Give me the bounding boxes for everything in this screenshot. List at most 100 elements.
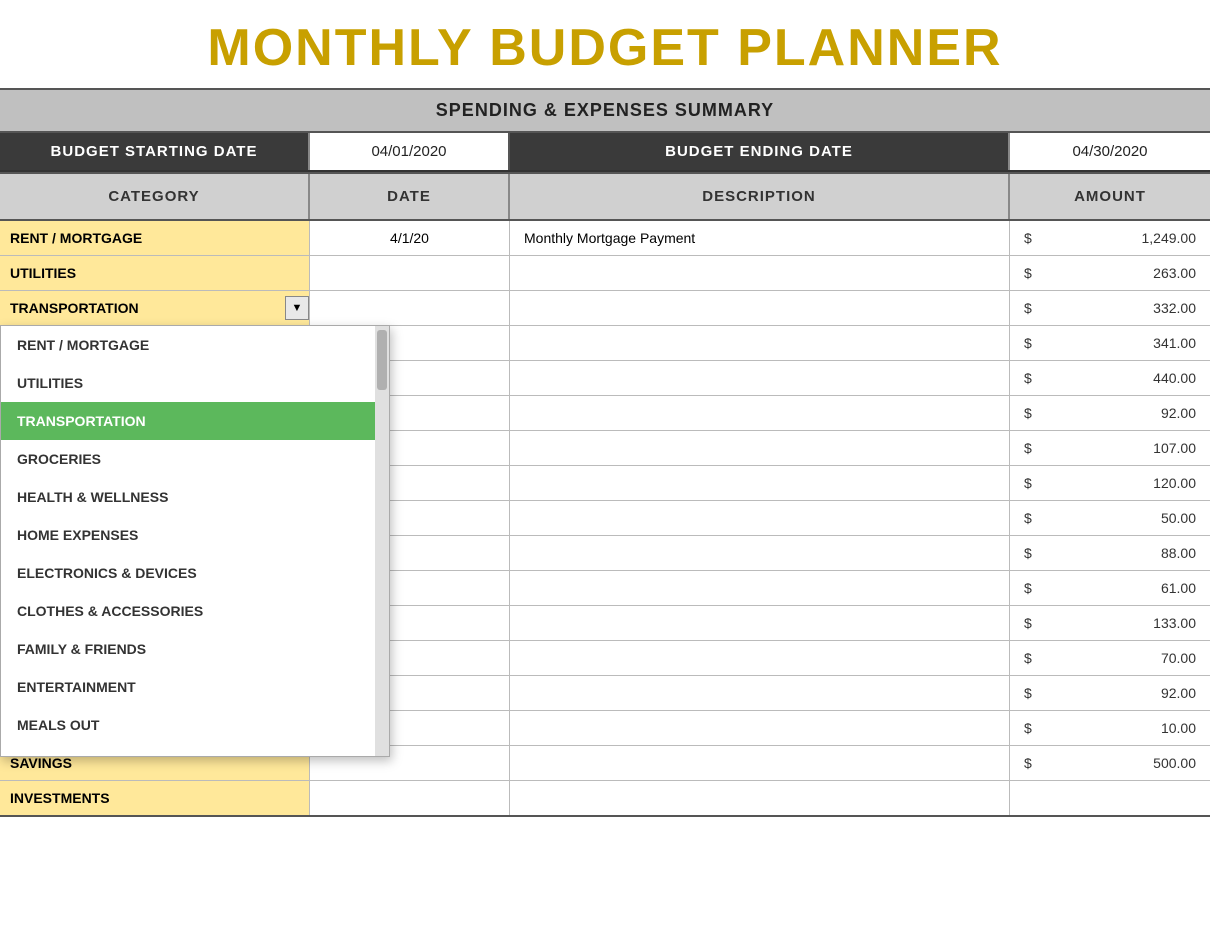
dropdown-item[interactable]: HOME EXPENSES: [1, 516, 375, 554]
amount-value: 500.00: [1153, 755, 1196, 771]
category-text: INVESTMENTS: [10, 790, 110, 806]
budget-end-label: BUDGET ENDING DATE: [510, 133, 1010, 170]
cell-description: Monthly Mortgage Payment: [510, 221, 1010, 255]
dropdown-item[interactable]: UTILITIES: [1, 364, 375, 402]
cell-description: [510, 396, 1010, 430]
dropdown-item[interactable]: GROCERIES: [1, 440, 375, 478]
cell-amount: [1010, 781, 1210, 815]
cell-amount: $88.00: [1010, 536, 1210, 570]
cell-description: [510, 256, 1010, 290]
date-row: BUDGET STARTING DATE 04/01/2020 BUDGET E…: [0, 133, 1210, 172]
amount-value: 10.00: [1161, 720, 1196, 736]
cell-amount: $341.00: [1010, 326, 1210, 360]
amount-dollar: $: [1024, 230, 1032, 246]
main-title: MONTHLY BUDGET PLANNER: [0, 0, 1210, 88]
amount-value: 1,249.00: [1142, 230, 1197, 246]
dropdown-item[interactable]: TRANSPORTATION: [1, 402, 375, 440]
cell-amount: $10.00: [1010, 711, 1210, 745]
table-row: RENT / MORTGAGE 4/1/20 Monthly Mortgage …: [0, 221, 1210, 256]
amount-value: 341.00: [1153, 335, 1196, 351]
cell-amount: $1,249.00: [1010, 221, 1210, 255]
amount-dollar: $: [1024, 440, 1032, 456]
amount-dollar: $: [1024, 615, 1032, 631]
amount-value: 332.00: [1153, 300, 1196, 316]
cell-amount: $92.00: [1010, 676, 1210, 710]
amount-value: 440.00: [1153, 370, 1196, 386]
category-text: TRANSPORTATION: [10, 300, 139, 316]
amount-value: 120.00: [1153, 475, 1196, 491]
amount-dollar: $: [1024, 510, 1032, 526]
col-header-amount: AMOUNT: [1010, 174, 1210, 219]
dropdown-item[interactable]: RENT / MORTGAGE: [1, 326, 375, 364]
page-wrapper: MONTHLY BUDGET PLANNER SPENDING & EXPENS…: [0, 0, 1210, 817]
cell-date: [310, 256, 510, 290]
amount-value: 133.00: [1153, 615, 1196, 631]
budget-start-value: 04/01/2020: [310, 133, 510, 170]
dropdown-list: RENT / MORTGAGEUTILITIESTRANSPORTATIONGR…: [1, 326, 375, 756]
cell-amount: $92.00: [1010, 396, 1210, 430]
amount-dollar: $: [1024, 300, 1032, 316]
cell-description: [510, 431, 1010, 465]
amount-value: 92.00: [1161, 405, 1196, 421]
scrollbar-thumb[interactable]: [377, 330, 387, 390]
category-text: RENT / MORTGAGE: [10, 230, 142, 246]
amount-value: 107.00: [1153, 440, 1196, 456]
cell-description: [510, 781, 1010, 815]
cell-description: [510, 676, 1010, 710]
col-header-date: DATE: [310, 174, 510, 219]
table-row: UTILITIES $263.00: [0, 256, 1210, 291]
cell-description: [510, 291, 1010, 325]
cell-category: RENT / MORTGAGE: [0, 221, 310, 255]
dropdown-item[interactable]: ELECTRONICS & DEVICES: [1, 554, 375, 592]
amount-value: 88.00: [1161, 545, 1196, 561]
cell-amount: $500.00: [1010, 746, 1210, 780]
category-text: SAVINGS: [10, 755, 72, 771]
amount-value: 70.00: [1161, 650, 1196, 666]
cell-amount: $50.00: [1010, 501, 1210, 535]
dropdown-item[interactable]: MEALS OUT: [1, 706, 375, 744]
cell-date: [310, 781, 510, 815]
cell-description: [510, 466, 1010, 500]
cell-amount: $133.00: [1010, 606, 1210, 640]
amount-dollar: $: [1024, 720, 1032, 736]
dropdown-item[interactable]: FAMILY & FRIENDS: [1, 630, 375, 668]
amount-dollar: $: [1024, 755, 1032, 771]
amount-dollar: $: [1024, 650, 1032, 666]
cell-amount: $120.00: [1010, 466, 1210, 500]
cell-amount: $61.00: [1010, 571, 1210, 605]
amount-dollar: $: [1024, 265, 1032, 281]
cell-description: [510, 606, 1010, 640]
cell-date: 4/1/20: [310, 221, 510, 255]
amount-dollar: $: [1024, 405, 1032, 421]
col-header-description: DESCRIPTION: [510, 174, 1010, 219]
cell-category: TRANSPORTATION ▼ RENT / MORTGAGEUTILITIE…: [0, 291, 310, 325]
category-dropdown-button[interactable]: ▼: [285, 296, 309, 320]
amount-dollar: $: [1024, 475, 1032, 491]
amount-value: 50.00: [1161, 510, 1196, 526]
cell-description: [510, 361, 1010, 395]
cell-amount: $263.00: [1010, 256, 1210, 290]
table-header: CATEGORY DATE DESCRIPTION AMOUNT: [0, 172, 1210, 221]
dropdown-item[interactable]: CLOTHES & ACCESSORIES: [1, 592, 375, 630]
dropdown-item[interactable]: TRAVEL: [1, 744, 375, 756]
col-header-category: CATEGORY: [0, 174, 310, 219]
cell-date: [310, 291, 510, 325]
dropdown-popup: RENT / MORTGAGEUTILITIESTRANSPORTATIONGR…: [0, 325, 390, 757]
dropdown-item[interactable]: HEALTH & WELLNESS: [1, 478, 375, 516]
table-row: INVESTMENTS: [0, 781, 1210, 817]
cell-description: [510, 641, 1010, 675]
cell-amount: $70.00: [1010, 641, 1210, 675]
amount-value: 263.00: [1153, 265, 1196, 281]
budget-end-value: 04/30/2020: [1010, 133, 1210, 170]
cell-description: [510, 746, 1010, 780]
cell-description: [510, 571, 1010, 605]
dropdown-item[interactable]: ENTERTAINMENT: [1, 668, 375, 706]
cell-description: [510, 536, 1010, 570]
amount-dollar: $: [1024, 685, 1032, 701]
category-text: UTILITIES: [10, 265, 76, 281]
dropdown-scrollbar[interactable]: [375, 326, 389, 756]
cell-amount: $332.00: [1010, 291, 1210, 325]
amount-dollar: $: [1024, 370, 1032, 386]
cell-amount: $107.00: [1010, 431, 1210, 465]
cell-description: [510, 711, 1010, 745]
